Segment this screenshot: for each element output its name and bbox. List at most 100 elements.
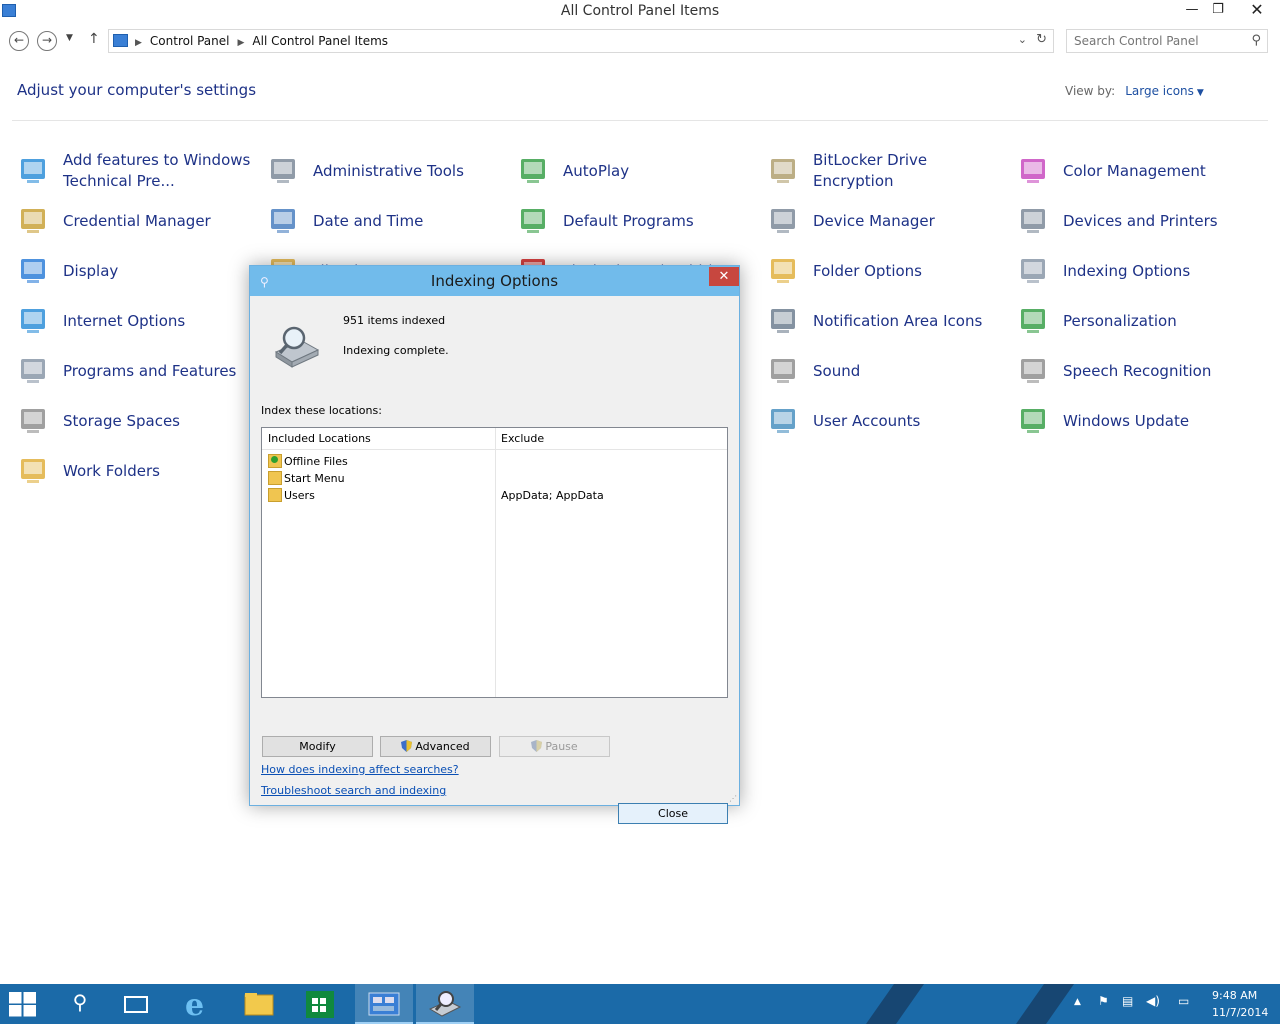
item-label[interactable]: Sound — [813, 348, 1008, 394]
close-button[interactable]: Close — [618, 803, 728, 824]
item-label[interactable]: BitLocker Drive Encryption — [813, 148, 1008, 194]
search-icon[interactable]: ⚲ — [1251, 33, 1261, 48]
location-name: Offline Files — [284, 455, 348, 468]
item-label[interactable]: Color Management — [1063, 148, 1258, 194]
item-label[interactable]: Work Folders — [63, 448, 258, 494]
network-icon[interactable]: ▤ — [1122, 994, 1133, 1008]
item-label[interactable]: Folder Options — [813, 248, 1008, 294]
column-included-locations[interactable]: Included Locations — [268, 432, 371, 445]
control-panel-item[interactable]: Internet Options — [18, 298, 258, 344]
item-label[interactable]: Display — [63, 248, 258, 294]
control-panel-item[interactable]: Sound — [768, 348, 1008, 394]
included-locations-list[interactable]: Included Locations Exclude Offline Files… — [261, 427, 728, 698]
breadcrumb-all-items[interactable]: All Control Panel Items — [252, 34, 388, 48]
view-by-dropdown[interactable]: Large icons — [1125, 84, 1194, 98]
restore-button[interactable]: ❐ — [1204, 0, 1232, 22]
location-exclude: AppData; AppData — [501, 489, 604, 502]
control-panel-item[interactable]: Notification Area Icons — [768, 298, 1008, 344]
control-panel-item[interactable]: Speech Recognition — [1018, 348, 1258, 394]
item-label[interactable]: Devices and Printers — [1063, 198, 1258, 244]
internet-explorer-button[interactable]: e — [168, 984, 226, 1024]
item-label[interactable]: Administrative Tools — [313, 148, 508, 194]
control-panel-item[interactable]: Device Manager — [768, 198, 1008, 244]
list-item[interactable]: Users AppData; AppData — [262, 487, 727, 504]
item-label[interactable]: Add features to Windows Technical Pre... — [63, 148, 258, 194]
control-panel-item[interactable]: Personalization — [1018, 298, 1258, 344]
autoplay-icon — [521, 159, 545, 183]
troubleshoot-link[interactable]: Troubleshoot search and indexing — [261, 784, 446, 797]
address-bar[interactable]: ▶ Control Panel ▶ All Control Panel Items ⌄… — [108, 29, 1054, 53]
item-label[interactable]: User Accounts — [813, 398, 1008, 444]
control-panel-item[interactable]: Default Programs — [518, 198, 758, 244]
control-panel-item[interactable]: Color Management — [1018, 148, 1258, 194]
file-explorer-button[interactable] — [230, 984, 288, 1024]
item-label[interactable]: Internet Options — [63, 298, 258, 344]
item-label[interactable]: Indexing Options — [1063, 248, 1258, 294]
taskbar-search-button[interactable]: ⚲ — [51, 984, 109, 1024]
list-item[interactable]: Offline Files — [262, 453, 727, 470]
modify-button[interactable]: Modify — [262, 736, 373, 757]
action-center-icon[interactable]: ⚑ — [1098, 994, 1109, 1008]
store-button[interactable] — [291, 984, 349, 1024]
item-label[interactable]: Programs and Features — [63, 348, 258, 394]
search-input[interactable] — [1074, 31, 1244, 51]
navigation-bar: ← → ▼ ↑ ▶ Control Panel ▶ All Control Panel… — [0, 28, 1280, 54]
control-panel-item[interactable]: Indexing Options — [1018, 248, 1258, 294]
control-panel-item[interactable]: Add features to Windows Technical Pre... — [18, 148, 258, 194]
item-label[interactable]: AutoPlay — [563, 148, 758, 194]
input-indicator-icon[interactable]: ▭ — [1178, 994, 1189, 1008]
item-label[interactable]: Storage Spaces — [63, 398, 258, 444]
item-label[interactable]: Notification Area Icons — [813, 298, 1008, 344]
item-label[interactable]: Windows Update — [1063, 398, 1258, 444]
start-button[interactable] — [8, 991, 38, 1017]
back-button[interactable]: ← — [9, 31, 29, 51]
search-box[interactable]: ⚲ — [1066, 29, 1268, 53]
minimize-button[interactable]: — — [1178, 0, 1206, 22]
control-panel-item[interactable]: User Accounts — [768, 398, 1008, 444]
control-panel-taskbar-button[interactable] — [355, 984, 413, 1024]
item-label[interactable]: Device Manager — [813, 198, 1008, 244]
how-indexing-link[interactable]: How does indexing affect searches? — [261, 763, 459, 776]
close-window-button[interactable]: ✕ — [1240, 0, 1274, 22]
control-panel-item[interactable]: Folder Options — [768, 248, 1008, 294]
resize-grip-icon[interactable]: ⋰ — [729, 794, 737, 803]
breadcrumb-separator-icon[interactable]: ▶ — [238, 38, 245, 48]
dialog-title-bar: ⚲ Indexing Options ✕ — [250, 266, 739, 296]
task-view-button[interactable] — [108, 984, 166, 1024]
address-dropdown-icon[interactable]: ⌄ — [1018, 33, 1027, 46]
control-panel-item[interactable]: Work Folders — [18, 448, 258, 494]
item-label[interactable]: Personalization — [1063, 298, 1258, 344]
control-panel-item[interactable]: Date and Time — [268, 198, 508, 244]
recent-locations-button[interactable]: ▼ — [66, 33, 73, 43]
item-label[interactable]: Credential Manager — [63, 198, 258, 244]
indexing-options-taskbar-button[interactable] — [416, 984, 474, 1024]
item-label[interactable]: Date and Time — [313, 198, 508, 244]
add-features-icon — [21, 159, 45, 183]
volume-icon[interactable]: ◀) — [1146, 994, 1160, 1008]
control-panel-item[interactable]: Devices and Printers — [1018, 198, 1258, 244]
show-hidden-icons-button[interactable]: ▲ — [1074, 997, 1081, 1007]
breadcrumb-separator-icon[interactable]: ▶ — [135, 38, 142, 48]
item-label[interactable]: Speech Recognition — [1063, 348, 1258, 394]
dialog-close-button[interactable]: ✕ — [709, 267, 739, 286]
pause-button[interactable]: Pause — [499, 736, 610, 757]
up-button[interactable]: ↑ — [88, 31, 100, 47]
advanced-button[interactable]: Advanced — [380, 736, 491, 757]
refresh-icon[interactable]: ↻ — [1036, 32, 1047, 47]
column-exclude[interactable]: Exclude — [501, 432, 544, 445]
clock-time[interactable]: 9:48 AM — [1212, 989, 1257, 1002]
forward-button[interactable]: → — [37, 31, 57, 51]
control-panel-item[interactable]: Credential Manager — [18, 198, 258, 244]
control-panel-item[interactable]: BitLocker Drive Encryption — [768, 148, 1008, 194]
item-label[interactable]: Default Programs — [563, 198, 758, 244]
control-panel-item[interactable]: Programs and Features — [18, 348, 258, 394]
control-panel-item[interactable]: Windows Update — [1018, 398, 1258, 444]
control-panel-item[interactable]: Administrative Tools — [268, 148, 508, 194]
chevron-down-icon[interactable]: ▼ — [1197, 88, 1204, 98]
breadcrumb-control-panel[interactable]: Control Panel — [150, 34, 230, 48]
control-panel-item[interactable]: Display — [18, 248, 258, 294]
list-item[interactable]: Start Menu — [262, 470, 727, 487]
control-panel-item[interactable]: Storage Spaces — [18, 398, 258, 444]
control-panel-item[interactable]: AutoPlay — [518, 148, 758, 194]
clock-date[interactable]: 11/7/2014 — [1212, 1006, 1268, 1019]
